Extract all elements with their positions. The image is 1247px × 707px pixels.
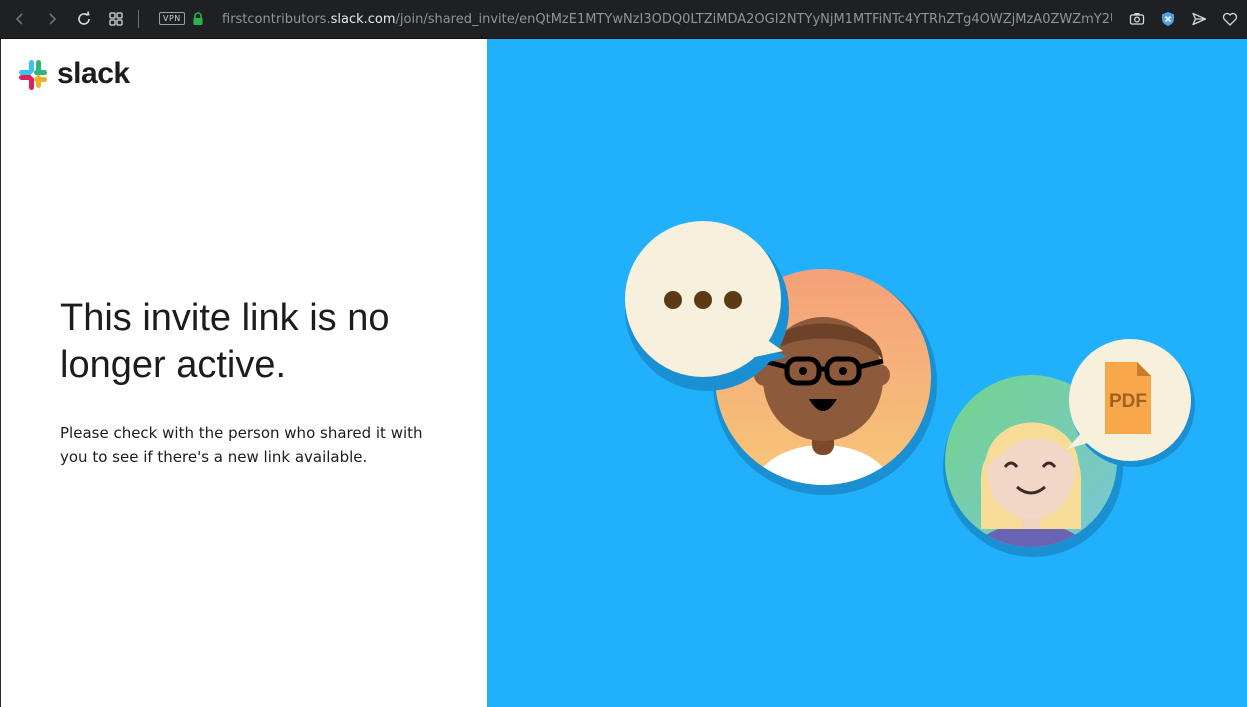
vpn-badge[interactable]: VPN [159, 12, 185, 25]
toolbar-divider [138, 10, 139, 28]
page-description: Please check with the person who shared … [60, 424, 423, 466]
url-host: slack.com [330, 12, 396, 27]
pdf-label: PDF [1109, 391, 1147, 412]
lock-icon[interactable] [187, 8, 209, 30]
slack-logo[interactable]: slack [17, 57, 130, 91]
url-prefix: firstcontributors. [222, 12, 331, 27]
tabs-grid-icon[interactable] [105, 8, 127, 30]
send-icon[interactable] [1188, 8, 1210, 30]
slack-logo-icon [19, 60, 47, 90]
forward-icon[interactable] [41, 8, 63, 30]
content-panel: slack This invite link is no longer acti… [0, 39, 487, 707]
reload-icon[interactable] [73, 8, 95, 30]
illustration-panel: PDF [487, 39, 1247, 707]
back-icon[interactable] [9, 8, 31, 30]
shield-icon[interactable] [1157, 8, 1179, 30]
heart-icon[interactable] [1219, 8, 1241, 30]
page-title: This invite link is no longer active. [60, 297, 390, 386]
url-path: /join/shared_invite/enQtMzE1MTYwNzI3ODQ0… [395, 12, 1112, 27]
people-chat-illustration: PDF [625, 221, 1195, 557]
logo-wordmark: slack [57, 57, 130, 90]
address-bar[interactable]: firstcontributors.slack.com/join/shared_… [222, 11, 1112, 29]
browser-toolbar: VPN firstcontributors.slack.com/join/sha… [0, 0, 1247, 39]
camera-icon[interactable] [1126, 8, 1148, 30]
typing-bubble [625, 221, 789, 391]
